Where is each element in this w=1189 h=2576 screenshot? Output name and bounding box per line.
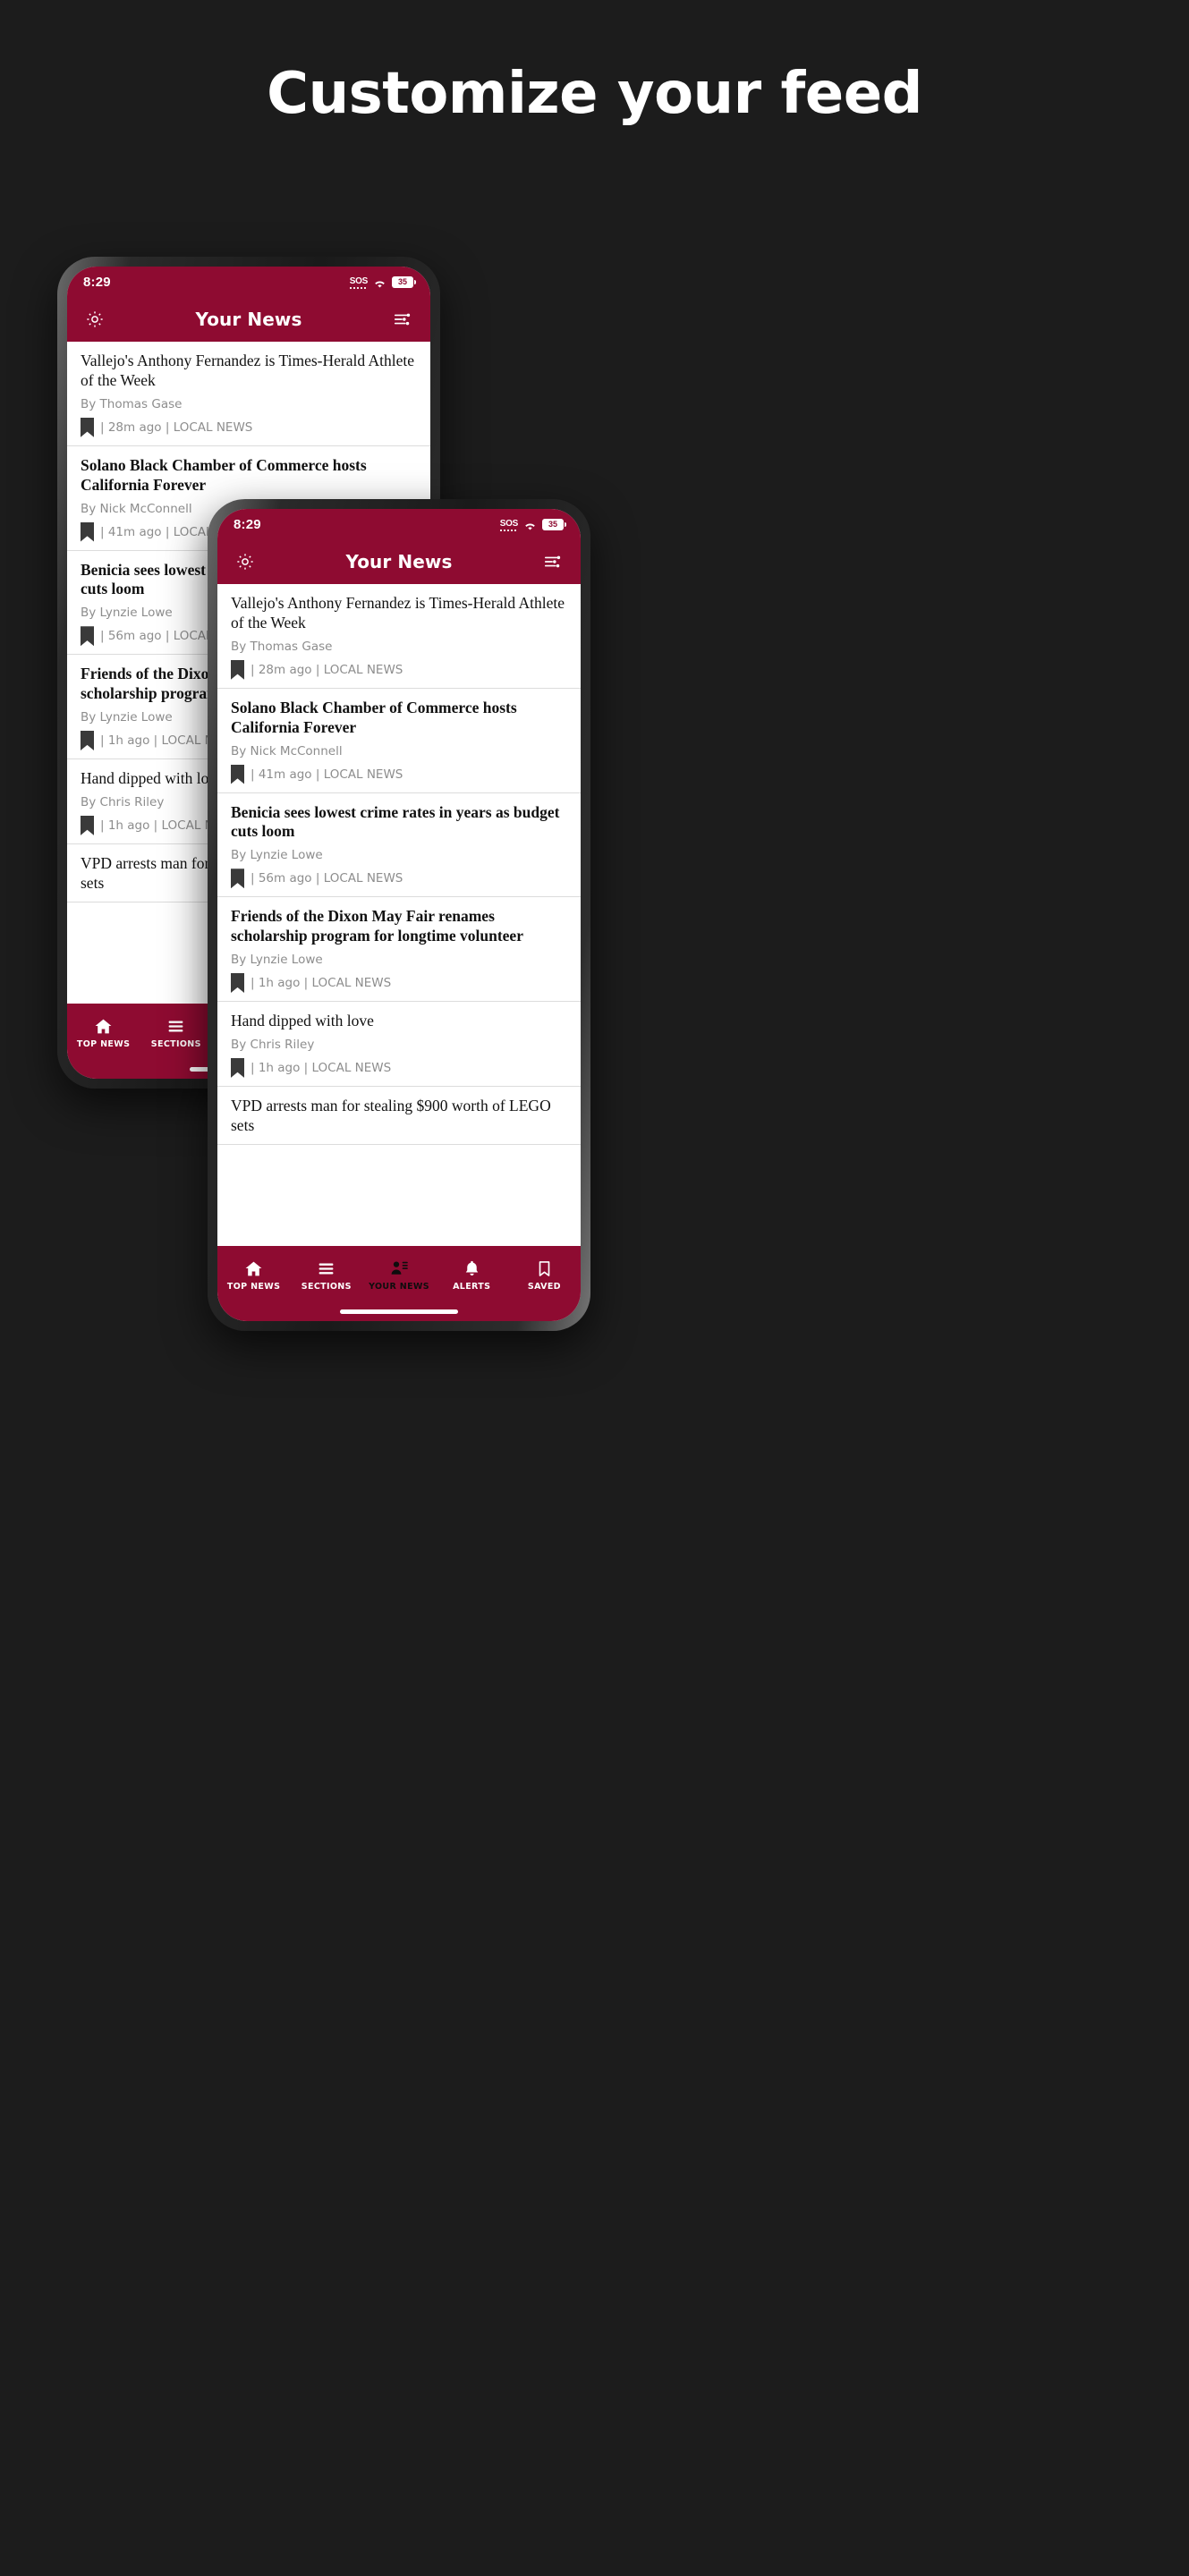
person-list-icon — [390, 1259, 409, 1277]
status-time: 8:29 — [83, 274, 111, 290]
nav-item-label: TOP NEWS — [76, 1039, 131, 1049]
article-title: VPD arrests man for stealing $900 worth … — [231, 1096, 551, 1134]
bookmark-icon[interactable] — [231, 659, 244, 680]
nav-item-label: SAVED — [527, 1282, 561, 1292]
article-meta: | 1h ago | LOCAL NEWS — [231, 973, 567, 993]
hamburger-icon — [166, 1017, 185, 1035]
article-byline: By Nick McConnell — [231, 743, 343, 758]
battery-level: 35 — [392, 275, 413, 288]
article-title: Vallejo's Anthony Fernandez is Times-Her… — [81, 352, 415, 389]
article-item[interactable]: Vallejo's Anthony Fernandez is Times-Her… — [67, 342, 430, 446]
article-timestamp-section: | 28m ago | LOCAL NEWS — [251, 662, 403, 677]
article-title: Solano Black Chamber of Commerce hosts C… — [81, 455, 367, 494]
article-title: Hand dipped with love — [231, 1012, 374, 1030]
article-title: Friends of the Dixon May Fair renames sc… — [231, 907, 523, 945]
battery-level: 35 — [542, 518, 564, 530]
article-item[interactable]: Friends of the Dixon May Fair renames sc… — [217, 897, 581, 1002]
article-timestamp-section: | 28m ago | LOCAL NEWS — [100, 419, 253, 435]
bookmark-outline-icon — [535, 1259, 554, 1277]
nav-item-top-news[interactable]: TOP NEWS — [217, 1259, 290, 1292]
page-title: Customize your feed — [267, 61, 922, 127]
hamburger-icon — [317, 1259, 335, 1277]
nav-item-your-news[interactable]: YOUR NEWS — [362, 1259, 435, 1292]
home-indicator — [340, 1309, 458, 1314]
bookmark-icon[interactable] — [231, 1057, 244, 1078]
promo-stage: Customize your feed 8:29 SOS 35 Your New… — [0, 0, 1189, 2576]
bookmark-icon[interactable] — [231, 973, 244, 993]
app-header-front: Your News — [217, 539, 581, 584]
status-icons: SOS 35 — [499, 518, 566, 530]
nav-item-label: ALERTS — [453, 1282, 491, 1292]
battery-icon: 35 — [392, 275, 416, 288]
article-item[interactable]: Solano Black Chamber of Commerce hosts C… — [217, 689, 581, 793]
article-feed-front[interactable]: Vallejo's Anthony Fernandez is Times-Her… — [217, 584, 581, 1246]
phone-screen-front: 8:29 SOS 35 Your News Vallejo's Anthony … — [217, 509, 581, 1321]
bell-icon — [463, 1259, 481, 1277]
article-byline: By Chris Riley — [231, 1037, 315, 1052]
status-bar-back: 8:29 SOS 35 — [67, 267, 430, 297]
battery-icon: 35 — [542, 518, 566, 530]
status-time: 8:29 — [234, 516, 261, 532]
wifi-icon — [523, 520, 537, 530]
app-header-back: Your News — [67, 297, 430, 342]
nav-item-sections[interactable]: SECTIONS — [290, 1259, 362, 1292]
bookmark-icon[interactable] — [81, 521, 94, 542]
bookmark-icon[interactable] — [231, 764, 244, 784]
article-title: Solano Black Chamber of Commerce hosts C… — [231, 698, 517, 736]
nav-item-sections[interactable]: SECTIONS — [140, 1017, 212, 1049]
settings-gear-icon[interactable] — [232, 548, 259, 575]
article-meta: | 1h ago | LOCAL NEWS — [231, 1057, 567, 1078]
status-bar-front: 8:29 SOS 35 — [217, 509, 581, 539]
article-item[interactable]: Hand dipped with love By Chris Riley | 1h … — [217, 1002, 581, 1087]
article-item[interactable]: VPD arrests man for stealing $900 worth … — [217, 1087, 581, 1145]
app-title: Your News — [195, 309, 302, 330]
sos-icon: SOS — [499, 519, 519, 529]
app-title: Your News — [345, 551, 453, 572]
nav-item-label: TOP NEWS — [226, 1282, 281, 1292]
article-title: Benicia sees lowest crime rates in years… — [231, 802, 560, 841]
settings-gear-icon[interactable] — [81, 306, 108, 333]
article-meta: | 28m ago | LOCAL NEWS — [81, 417, 417, 437]
article-item[interactable]: Benicia sees lowest crime rates in years… — [217, 793, 581, 898]
sos-icon: SOS — [349, 276, 369, 286]
article-title: Vallejo's Anthony Fernandez is Times-Her… — [231, 594, 565, 631]
home-icon — [94, 1017, 113, 1035]
nav-item-top-news[interactable]: TOP NEWS — [67, 1017, 140, 1049]
filter-sliders-icon[interactable] — [539, 548, 566, 575]
article-meta: | 41m ago | LOCAL NEWS — [231, 764, 567, 784]
bookmark-icon[interactable] — [81, 731, 94, 750]
home-indicator-wrap-front — [217, 1301, 581, 1321]
phone-mockup-front: 8:29 SOS 35 Your News Vallejo's Anthony … — [208, 499, 590, 1331]
article-timestamp-section: | 41m ago | LOCAL NEWS — [251, 767, 403, 782]
bottom-nav-front[interactable]: TOP NEWS SECTIONS YOUR NEWS ALERTS SAVED — [217, 1246, 581, 1301]
article-timestamp-section: | 1h ago | LOCAL NEWS — [251, 976, 392, 990]
home-icon — [244, 1259, 263, 1277]
nav-item-label: SECTIONS — [301, 1282, 352, 1292]
status-icons: SOS 35 — [349, 275, 416, 288]
nav-item-alerts[interactable]: ALERTS — [436, 1259, 508, 1292]
bookmark-icon[interactable] — [81, 626, 94, 647]
bookmark-icon[interactable] — [81, 815, 94, 835]
article-meta: | 56m ago | LOCAL NEWS — [231, 869, 567, 889]
wifi-icon — [373, 277, 386, 288]
article-timestamp-section: | 56m ago | LOCAL NEWS — [251, 871, 403, 886]
bookmark-icon[interactable] — [81, 417, 94, 437]
bookmark-icon[interactable] — [231, 869, 244, 889]
nav-item-label: SECTIONS — [150, 1039, 201, 1049]
battery-tip — [565, 521, 566, 527]
article-byline: By Thomas Gase — [81, 396, 183, 411]
article-timestamp-section: | 1h ago | LOCAL NEWS — [251, 1060, 392, 1075]
article-meta: | 28m ago | LOCAL NEWS — [231, 659, 567, 680]
nav-item-label: YOUR NEWS — [369, 1282, 429, 1292]
nav-item-saved[interactable]: SAVED — [508, 1259, 581, 1292]
article-byline: By Lynzie Lowe — [231, 848, 323, 863]
article-byline: By Thomas Gase — [231, 639, 333, 654]
article-item[interactable]: Vallejo's Anthony Fernandez is Times-Her… — [217, 584, 581, 689]
battery-tip — [414, 279, 416, 284]
article-byline: By Lynzie Lowe — [231, 953, 323, 967]
filter-sliders-icon[interactable] — [389, 306, 416, 333]
